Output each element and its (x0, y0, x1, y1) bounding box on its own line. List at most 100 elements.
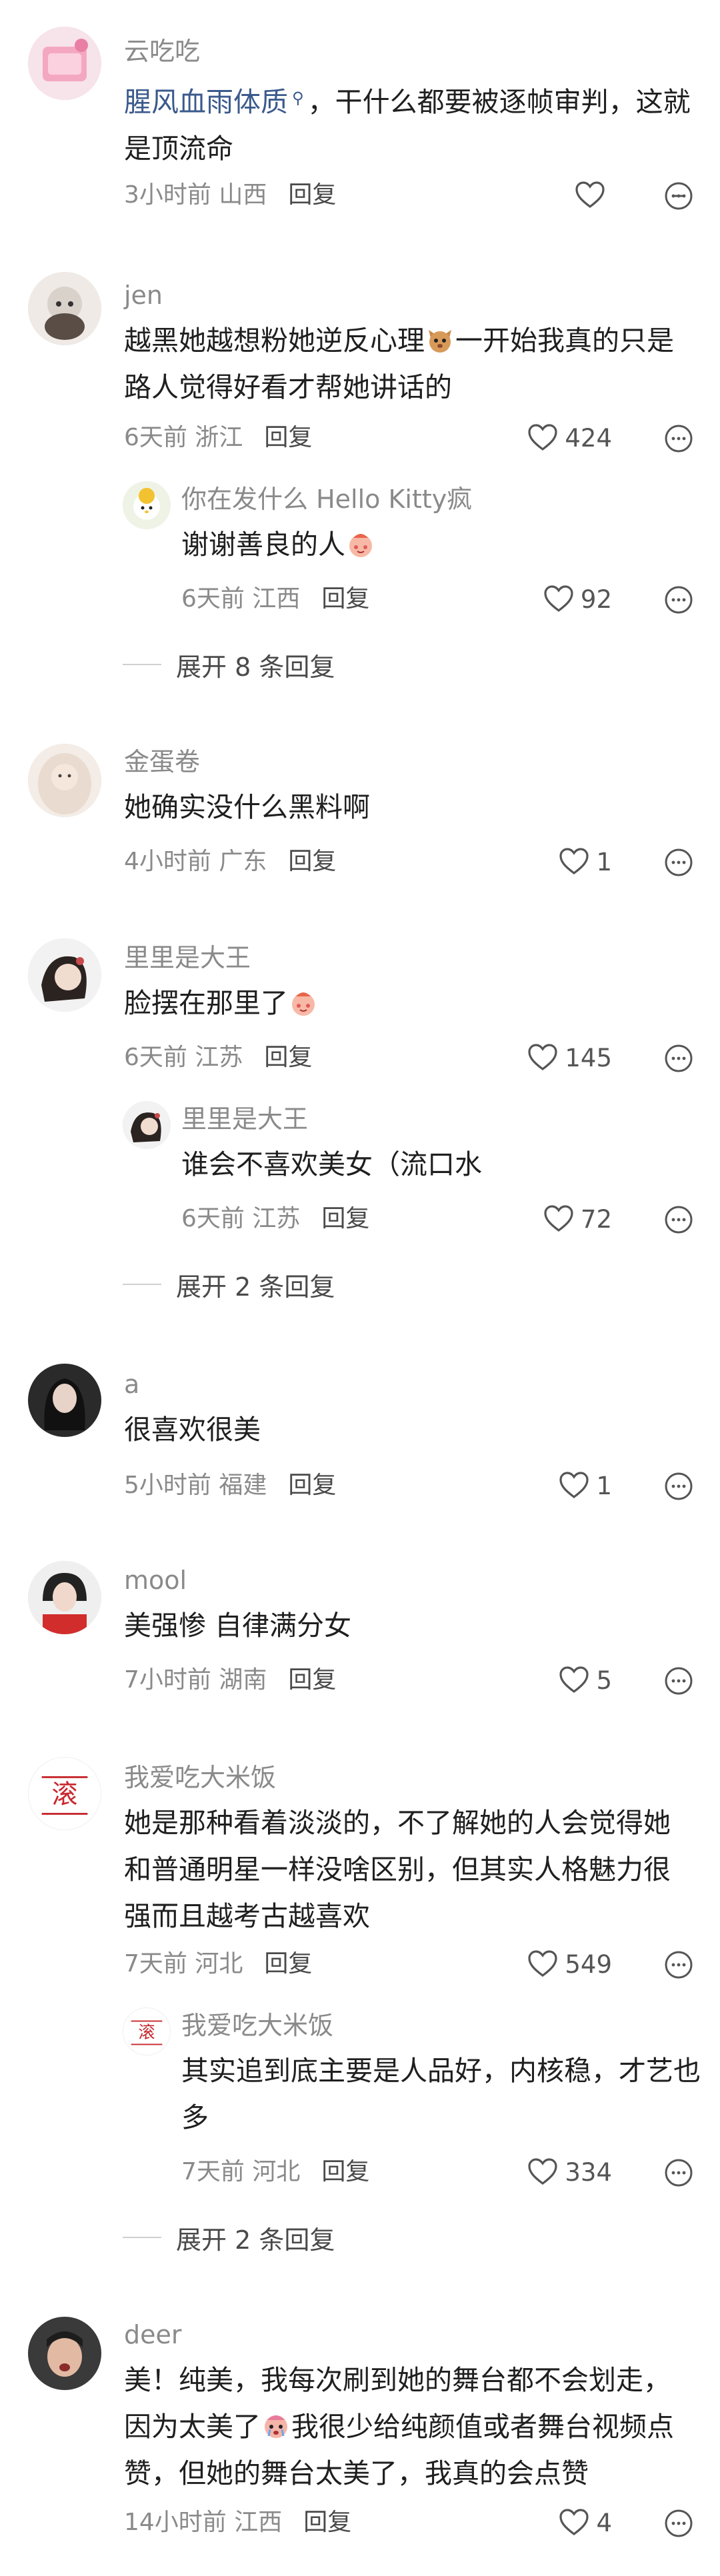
like-button[interactable] (575, 179, 612, 212)
blush-emoji (288, 985, 319, 1016)
comment-meta: 7天前 河北 回复 (181, 2155, 369, 2189)
reply-button[interactable]: 回复 (288, 181, 336, 209)
username[interactable]: 云吃吃 (124, 35, 200, 68)
username[interactable]: 你在发什么 Hello Kitty疯 (181, 483, 472, 516)
comment-meta: 6天前 江西 回复 (181, 583, 369, 616)
comment-text: 腥风血雨体质 ⚲ ，干什么都要被逐帧审判，这就是顶流命 (124, 86, 691, 165)
reply-button[interactable]: 回复 (288, 848, 336, 875)
comment-meta: 5小时前 福建 回复 (124, 1469, 336, 1502)
heart-icon (575, 181, 605, 208)
heart-icon (559, 2509, 589, 2535)
reply-button[interactable]: 回复 (264, 1950, 312, 1977)
crying-emoji (261, 2409, 291, 2439)
like-count: 334 (565, 2157, 612, 2187)
comment-text: 她确实没什么黑料啊 (124, 791, 370, 823)
username[interactable]: jen (124, 279, 163, 312)
blush-emoji (345, 527, 376, 557)
like-count: 424 (565, 423, 612, 453)
username[interactable]: deer (124, 2318, 182, 2351)
reply-button[interactable]: 回复 (321, 585, 369, 613)
more-options-icon[interactable] (664, 585, 693, 615)
username[interactable]: 我爱吃大米饭 (181, 2009, 333, 2042)
location: 江苏 (252, 1205, 301, 1232)
avatar[interactable] (28, 1561, 101, 1634)
search-icon[interactable]: ⚲ (292, 89, 304, 107)
like-button[interactable]: 92 (543, 583, 612, 616)
more-options-icon[interactable] (664, 2509, 693, 2538)
reply-button[interactable]: 回复 (264, 424, 312, 451)
like-button[interactable]: 145 (527, 1041, 612, 1074)
avatar[interactable] (28, 27, 101, 100)
location: 湖南 (219, 1666, 267, 1694)
timestamp: 4小时前 (124, 848, 211, 875)
cat-emoji (425, 323, 455, 353)
like-button[interactable]: 1 (559, 845, 612, 878)
avatar[interactable] (28, 1364, 101, 1437)
timestamp: 6天前 (124, 424, 187, 451)
avatar[interactable] (28, 272, 101, 345)
expand-replies-button[interactable]: 展开 2 条回复 (123, 1268, 335, 1302)
more-options-icon[interactable] (664, 1044, 693, 1073)
search-link[interactable]: 腥风血雨体质 (124, 86, 288, 118)
more-options-icon[interactable] (664, 1205, 693, 1234)
comment-meta: 6天前 江苏 回复 (181, 1202, 369, 1236)
reply-button[interactable]: 回复 (264, 1044, 312, 1071)
more-options-icon[interactable] (664, 1666, 693, 1696)
more-options-icon[interactable] (664, 181, 693, 211)
avatar[interactable] (28, 938, 101, 1012)
timestamp: 5小时前 (124, 1472, 211, 1499)
reply-button[interactable]: 回复 (321, 2158, 369, 2185)
timestamp: 6天前 (181, 1205, 245, 1232)
more-options-icon[interactable] (664, 2158, 693, 2187)
divider (123, 2237, 161, 2238)
location: 河北 (195, 1950, 243, 1977)
more-options-icon[interactable] (664, 424, 693, 453)
comment-text: 越黑她越想粉她逆反心理 一开始我真的只是路人觉得好看才帮她讲话的 (124, 317, 697, 411)
username[interactable]: a (124, 1368, 139, 1401)
more-options-icon[interactable] (664, 848, 693, 877)
like-button[interactable]: 72 (543, 1202, 612, 1236)
location: 山西 (219, 181, 267, 209)
heart-icon (528, 424, 557, 451)
avatar[interactable] (28, 2317, 101, 2390)
username[interactable]: mool (124, 1564, 187, 1597)
comment-text: 美！纯美，我每次刷到她的舞台都不会划走，因为太美了 我很少给纯颜值或者舞台视频点赞… (124, 2364, 674, 2489)
more-options-icon[interactable] (664, 1950, 693, 1979)
timestamp: 14小时前 (124, 2509, 227, 2536)
divider (123, 1284, 161, 1285)
avatar[interactable] (123, 481, 171, 529)
avatar[interactable]: 滚 (28, 1757, 101, 1830)
like-count: 92 (580, 585, 612, 614)
comment-meta: 7天前 河北 回复 (124, 1947, 312, 1981)
reply-button[interactable]: 回复 (303, 2509, 351, 2536)
comment-text: 其实追到底主要是人品好，内核稳，才艺也多 (181, 2055, 701, 2133)
like-button[interactable]: 424 (527, 421, 612, 455)
username[interactable]: 里里是大王 (181, 1102, 308, 1136)
comment-text: 谁会不喜欢美女（流口水 (181, 1148, 482, 1180)
location: 江西 (252, 585, 301, 613)
like-count: 1 (596, 847, 612, 876)
reply-button[interactable]: 回复 (321, 1205, 369, 1232)
comment-text: 美强惨 自律满分女 (124, 1610, 352, 1642)
reply-button[interactable]: 回复 (288, 1472, 336, 1499)
avatar[interactable]: 滚 (123, 2007, 171, 2055)
expand-replies-button[interactable]: 展开 8 条回复 (123, 648, 335, 682)
like-button[interactable]: 5 (559, 1664, 612, 1697)
location: 福建 (219, 1472, 267, 1499)
username[interactable]: 金蛋卷 (124, 745, 200, 778)
like-button[interactable]: 549 (527, 1947, 612, 1981)
like-button[interactable]: 1 (559, 1469, 612, 1502)
like-count: 145 (565, 1043, 612, 1072)
more-options-icon[interactable] (664, 1472, 693, 1501)
username[interactable]: 里里是大王 (124, 941, 251, 974)
avatar[interactable] (123, 1101, 171, 1149)
like-count: 5 (596, 1666, 612, 1695)
comment-meta: 6天前 江苏 回复 (124, 1041, 312, 1074)
like-button[interactable]: 4 (559, 2506, 612, 2539)
divider (123, 664, 161, 665)
reply-button[interactable]: 回复 (288, 1666, 336, 1694)
avatar[interactable] (28, 744, 101, 817)
username[interactable]: 我爱吃大米饭 (124, 1761, 276, 1794)
like-button[interactable]: 334 (527, 2155, 612, 2189)
expand-replies-button[interactable]: 展开 2 条回复 (123, 2221, 335, 2255)
